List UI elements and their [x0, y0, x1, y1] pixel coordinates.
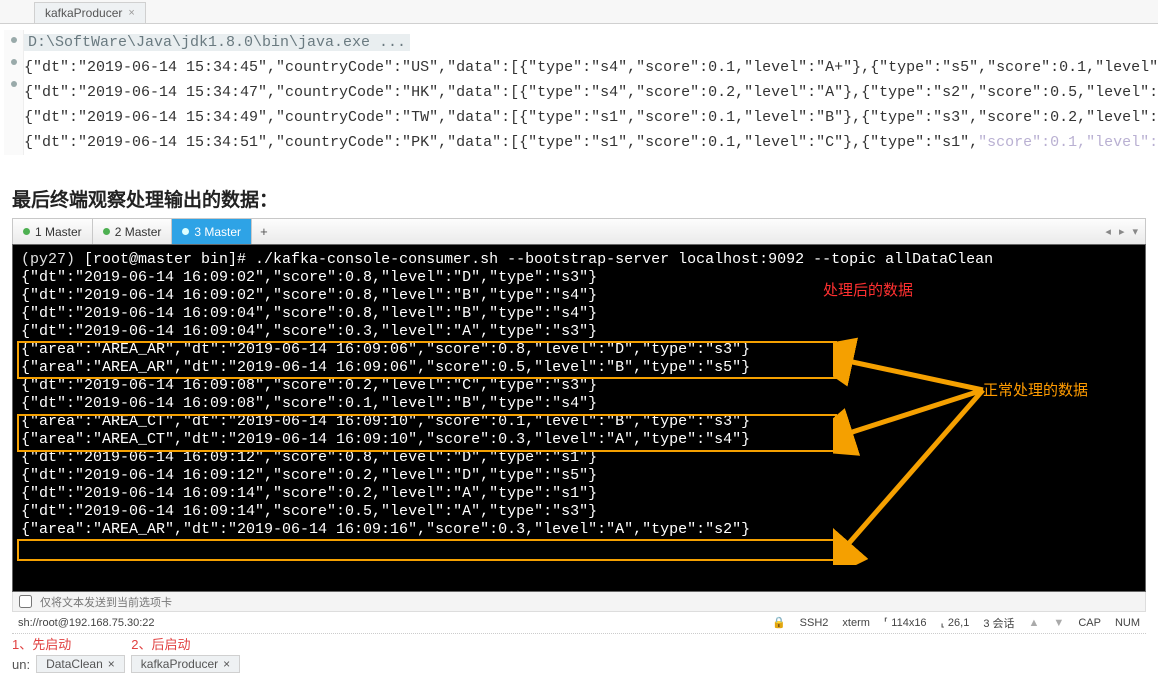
terminal-line: {"dt":"2019-06-14 16:09:02","score":0.8,…	[21, 287, 1137, 305]
status-host: sh://root@192.168.75.30:22	[18, 617, 155, 629]
terminal-line: {"dt":"2019-06-14 16:09:08","score":0.2,…	[21, 377, 1137, 395]
xshell-tab-bar: 1 Master 2 Master 3 Master + ◂▸▾	[12, 218, 1146, 244]
terminal-line: {"dt":"2019-06-14 16:09:12","score":0.2,…	[21, 467, 1137, 485]
terminal-line: {"dt":"2019-06-14 16:09:08","score":0.1,…	[21, 395, 1137, 413]
watermark-text: "score":0.1,"level":"A"}]}	[978, 134, 1158, 151]
tab-next-icon[interactable]: ▸	[1116, 225, 1128, 238]
up-icon[interactable]: ▲	[1029, 617, 1040, 629]
ide-gutter	[4, 30, 24, 155]
annotation-processed: 处理后的数据	[823, 283, 913, 301]
terminal-line: {"dt":"2019-06-14 16:09:04","score":0.3,…	[21, 323, 1137, 341]
status-num: NUM	[1115, 617, 1140, 629]
status-dot-icon	[182, 228, 189, 235]
add-tab-button[interactable]: +	[252, 224, 276, 239]
status-sessions: 3 会话	[983, 615, 1014, 631]
close-icon[interactable]: ×	[223, 657, 230, 671]
xshell-send-bar: 仅将文本发送到当前选项卡	[12, 592, 1146, 612]
status-dot-icon	[103, 228, 110, 235]
run-tab-kafkaproducer[interactable]: kafkaProducer×	[131, 655, 240, 673]
exe-path: D:\SoftWare\Java\jdk1.8.0\bin\java.exe .…	[24, 34, 410, 51]
note-1: 1、先启动	[12, 634, 71, 653]
terminal-body[interactable]: (py27) [root@master bin]# ./kafka-consol…	[12, 244, 1146, 592]
status-term: xterm	[842, 617, 870, 629]
tab-menu-icon[interactable]: ▾	[1129, 225, 1141, 238]
status-size: 114x16	[891, 617, 926, 629]
send-to-tab-checkbox[interactable]	[19, 595, 32, 608]
xshell-status-bar: sh://root@192.168.75.30:22 🔒 SSH2 xterm …	[12, 612, 1146, 634]
terminal-line: {"area":"AREA_AR","dt":"2019-06-14 16:09…	[21, 521, 1137, 539]
terminal-line: {"dt":"2019-06-14 16:09:14","score":0.5,…	[21, 503, 1137, 521]
ide-output-line: {"dt":"2019-06-14 15:34:49","countryCode…	[24, 105, 1158, 130]
status-dot-icon	[23, 228, 30, 235]
ide-output-line: {"dt":"2019-06-14 15:34:45","countryCode…	[24, 55, 1158, 80]
status-cap: CAP	[1078, 617, 1101, 629]
status-cursor: 26,1	[948, 617, 969, 629]
ide-console: D:\SoftWare\Java\jdk1.8.0\bin\java.exe .…	[0, 24, 1158, 167]
tab-controls: ◂▸▾	[1102, 225, 1145, 238]
highlight-box	[17, 414, 837, 452]
ide-tab-bar: kafkaProducer ×	[0, 0, 1158, 24]
section-heading: 最后终端观察处理输出的数据：	[0, 167, 1158, 218]
term-tab-1[interactable]: 1 Master	[13, 219, 93, 244]
tab-prev-icon[interactable]: ◂	[1102, 225, 1114, 238]
close-icon[interactable]: ×	[108, 657, 115, 671]
send-to-tab-label: 仅将文本发送到当前选项卡	[40, 594, 172, 610]
run-label: un:	[12, 657, 30, 672]
highlight-box	[17, 341, 837, 379]
annotation-normal: 正常处理的数据	[983, 383, 1088, 401]
term-tab-2[interactable]: 2 Master	[93, 219, 173, 244]
ide-output-line: {"dt":"2019-06-14 15:34:47","countryCode…	[24, 80, 1158, 105]
terminal-line: {"dt":"2019-06-14 16:09:02","score":0.8,…	[21, 269, 1137, 287]
ide-output-line: {"dt":"2019-06-14 15:34:51","countryCode…	[24, 130, 1158, 155]
terminal-line: {"dt":"2019-06-14 16:09:14","score":0.2,…	[21, 485, 1137, 503]
close-icon[interactable]: ×	[128, 7, 134, 19]
terminal-line: {"dt":"2019-06-14 16:09:04","score":0.8,…	[21, 305, 1137, 323]
ide-tab-kafkaproducer[interactable]: kafkaProducer ×	[34, 2, 146, 23]
highlight-box	[17, 539, 837, 561]
run-tab-dataclean[interactable]: DataClean×	[36, 655, 125, 673]
down-icon[interactable]: ▼	[1053, 617, 1064, 629]
ide-run-bar: un: DataClean× kafkaProducer×	[12, 653, 1146, 675]
tab-label: kafkaProducer	[45, 6, 122, 20]
status-ssh: SSH2	[800, 617, 829, 629]
note-2: 2、后启动	[131, 634, 190, 653]
terminal-prompt: (py27) [root@master bin]# ./kafka-consol…	[21, 251, 1137, 269]
term-tab-3[interactable]: 3 Master	[172, 219, 252, 244]
